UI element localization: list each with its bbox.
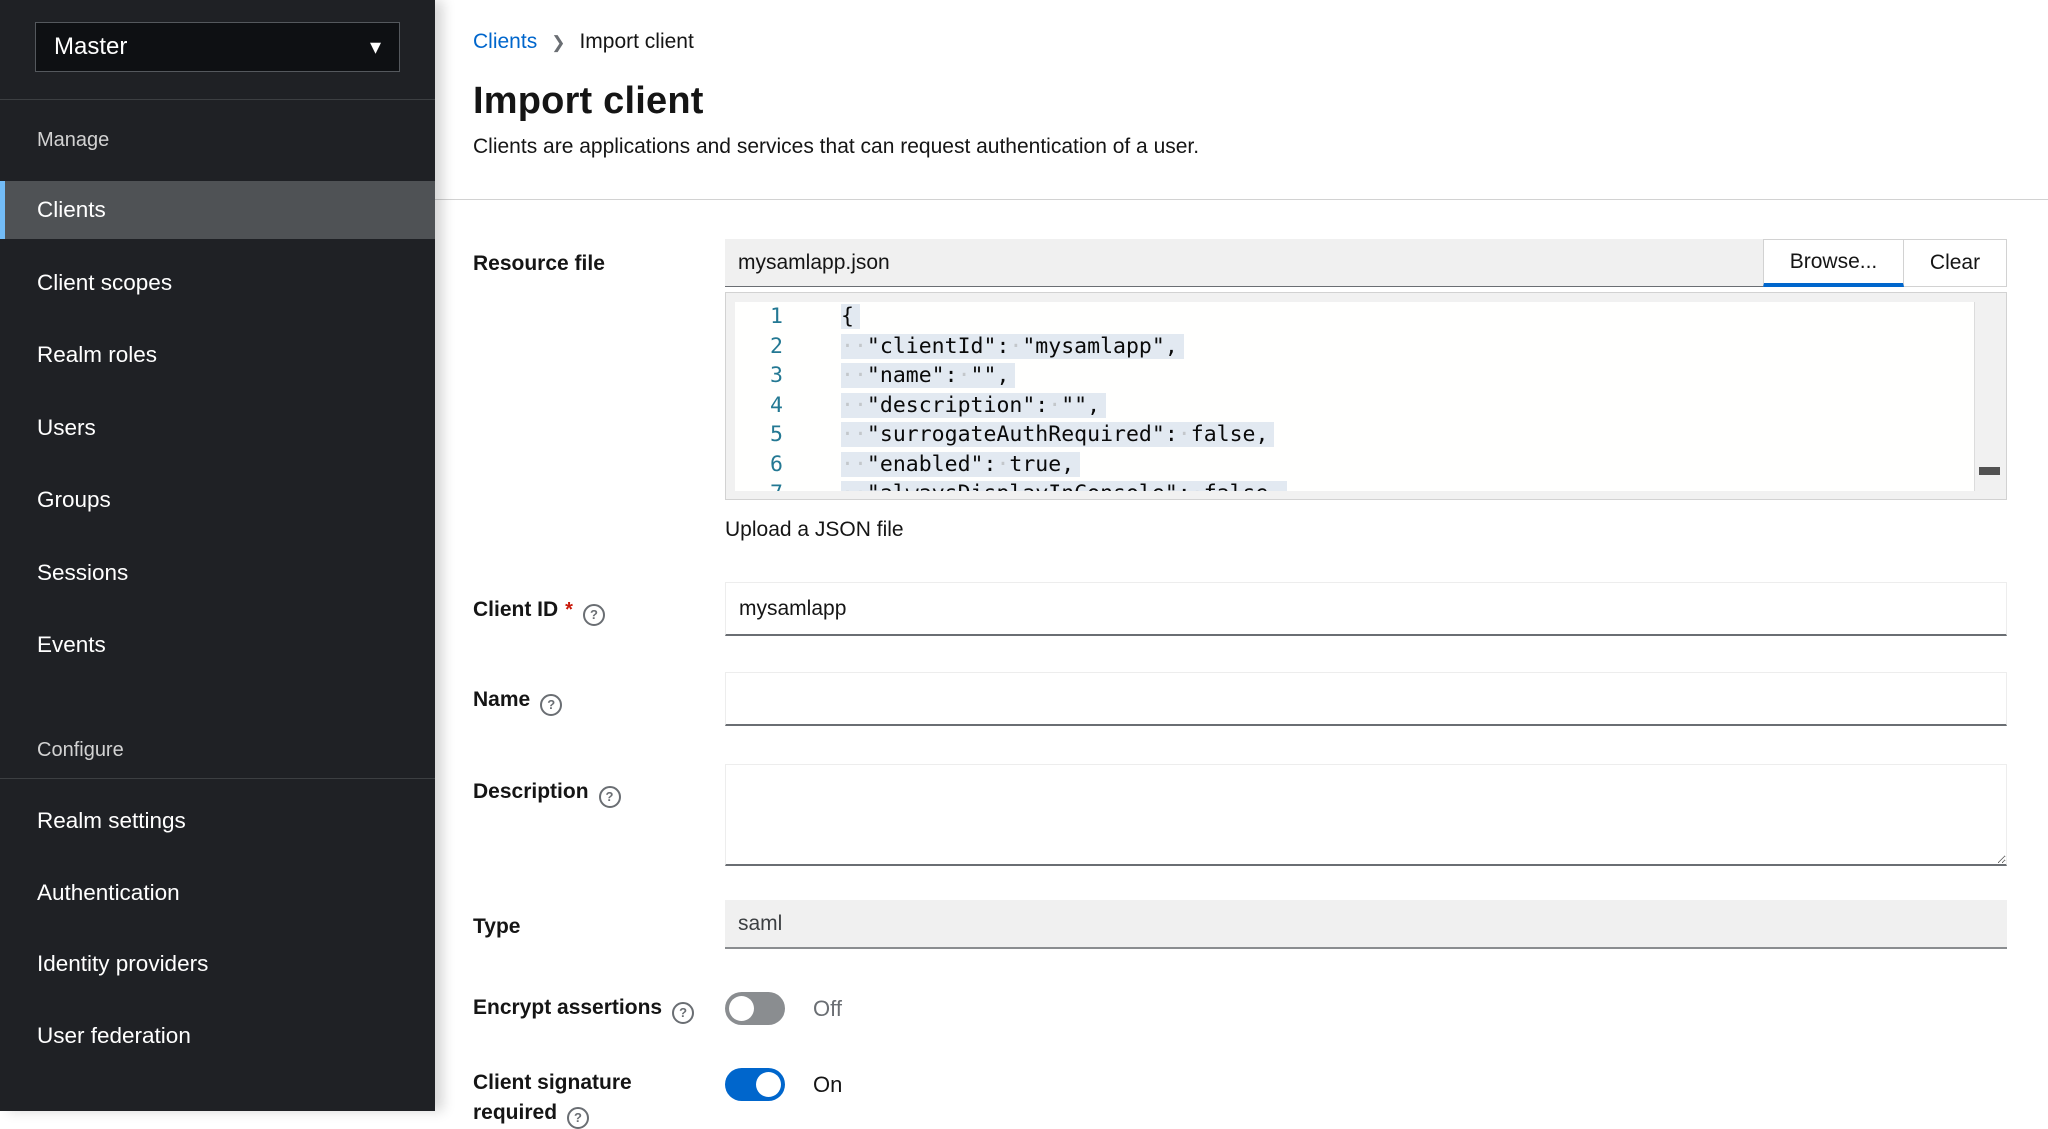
resource-file-filename-input[interactable] <box>725 239 1763 287</box>
realm-selector-dropdown[interactable]: Master ▾ <box>35 22 400 72</box>
name-label: Name? <box>473 686 562 716</box>
required-asterisk: * <box>565 599 573 621</box>
code-line: 2··"clientId":·"mysamlapp", <box>735 332 1975 362</box>
encrypt-assertions-toggle[interactable] <box>725 992 785 1025</box>
encrypt-assertions-state: Off <box>813 996 842 1022</box>
description-textarea[interactable] <box>725 764 2007 866</box>
chevron-down-icon: ▾ <box>370 36 381 58</box>
sidebar-divider <box>0 99 435 100</box>
main-content: Clients ❯ Import client Import client Cl… <box>435 0 2048 1111</box>
sidebar-divider <box>0 778 435 779</box>
header-divider <box>435 199 2048 200</box>
editor-scrollbar-track <box>1974 302 1975 491</box>
code-editor-content: 1{2··"clientId":·"mysamlapp",3··"name":·… <box>735 302 1975 491</box>
sidebar-item-clients[interactable]: Clients <box>0 181 435 239</box>
encrypt-assertions-label: Encrypt assertions? <box>473 994 694 1024</box>
code-line: 7··"alwaysDisplayInConsole":·false, <box>735 479 1975 491</box>
line-number: 3 <box>735 361 799 391</box>
code-line: 5··"surrogateAuthRequired":·false, <box>735 420 1975 450</box>
sidebar-section-manage: Manage <box>0 126 435 154</box>
line-number: 7 <box>735 479 799 491</box>
line-number: 6 <box>735 450 799 480</box>
realm-selector-label: Master <box>54 33 127 61</box>
sidebar: Master ▾ Manage Clients Client scopes Realm… <box>0 0 435 1111</box>
page-subtitle: Clients are applications and services th… <box>473 135 1199 159</box>
breadcrumb-link-clients[interactable]: Clients <box>473 30 537 54</box>
sidebar-item-groups[interactable]: Groups <box>0 471 435 529</box>
browse-button[interactable]: Browse... <box>1763 239 1904 287</box>
editor-scrollbar-thumb[interactable] <box>1979 467 2000 475</box>
toggle-knob <box>729 996 754 1021</box>
description-help-icon[interactable]: ? <box>599 786 621 808</box>
name-input[interactable] <box>725 672 2007 726</box>
code-line: 3··"name":·"", <box>735 361 1975 391</box>
resource-file-label: Resource file <box>473 250 605 278</box>
line-number: 5 <box>735 420 799 450</box>
code-line: 1{ <box>735 302 1975 332</box>
client-id-input[interactable] <box>725 582 2007 636</box>
line-number: 4 <box>735 391 799 421</box>
sidebar-item-identity-providers[interactable]: Identity providers <box>0 935 435 993</box>
type-label: Type <box>473 913 520 941</box>
name-help-icon[interactable]: ? <box>540 694 562 716</box>
page-title: Import client <box>473 80 704 123</box>
client-id-help-icon[interactable]: ? <box>583 604 605 626</box>
resource-file-input-group: Browse... Clear <box>725 239 2007 287</box>
sidebar-item-user-federation[interactable]: User federation <box>0 1007 435 1065</box>
description-label: Description? <box>473 778 621 808</box>
client-signature-toggle[interactable] <box>725 1068 785 1101</box>
client-signature-help-icon[interactable]: ? <box>567 1107 589 1129</box>
sidebar-section-configure: Configure <box>0 736 435 764</box>
breadcrumb-separator-icon: ❯ <box>551 33 565 53</box>
sidebar-item-sessions[interactable]: Sessions <box>0 544 435 602</box>
sidebar-item-realm-settings[interactable]: Realm settings <box>0 792 435 850</box>
line-number: 1 <box>735 302 799 332</box>
sidebar-item-users[interactable]: Users <box>0 399 435 457</box>
sidebar-item-client-scopes[interactable]: Client scopes <box>0 254 435 312</box>
json-code-editor[interactable]: 1{2··"clientId":·"mysamlapp",3··"name":·… <box>725 292 2007 500</box>
breadcrumb: Clients ❯ Import client <box>473 30 694 54</box>
line-number: 2 <box>735 332 799 362</box>
sidebar-item-events[interactable]: Events <box>0 616 435 674</box>
toggle-knob <box>756 1072 781 1097</box>
code-line: 4··"description":·"", <box>735 391 1975 421</box>
upload-helper-text: Upload a JSON file <box>725 518 904 542</box>
clear-button[interactable]: Clear <box>1904 239 2007 287</box>
breadcrumb-current: Import client <box>579 30 693 54</box>
sidebar-item-authentication[interactable]: Authentication <box>0 864 435 922</box>
client-id-label: Client ID*? <box>473 596 605 626</box>
type-input <box>725 900 2007 949</box>
code-line: 6··"enabled":·true, <box>735 450 1975 480</box>
encrypt-assertions-help-icon[interactable]: ? <box>672 1002 694 1024</box>
client-signature-label: Client signature required? <box>473 1068 713 1129</box>
client-signature-state: On <box>813 1072 842 1098</box>
sidebar-item-realm-roles[interactable]: Realm roles <box>0 326 435 384</box>
